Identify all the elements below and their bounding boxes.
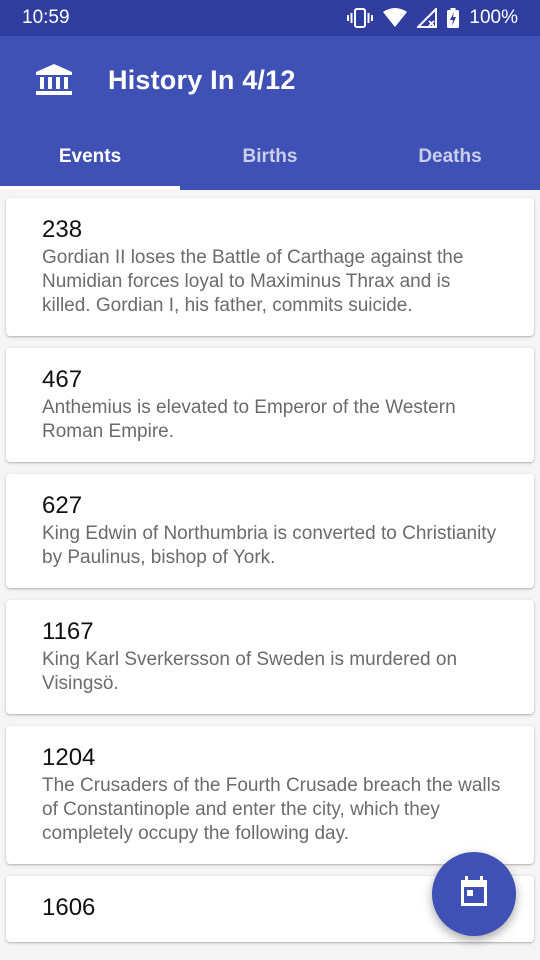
event-year: 627 [42,492,83,519]
app-title: History In 4/12 [108,64,296,95]
event-description: Gordian II loses the Battle of Carthage … [42,247,464,316]
calendar-fab-button[interactable] [432,852,516,936]
event-description: King Karl Sverkersson of Sweden is murde… [42,649,458,694]
museum-icon[interactable] [0,36,108,124]
battery-percent: 100% [469,7,518,28]
vibrate-icon [347,8,374,28]
tab-deaths[interactable]: Deaths [360,124,540,190]
tab-events[interactable]: Events [0,124,180,190]
calendar-icon [459,875,489,913]
event-card[interactable]: 1167 King Karl Sverkersson of Sweden is … [6,600,534,714]
app-bar: History In 4/12 Events Births Deaths [0,36,540,190]
event-year: 238 [42,216,83,243]
wifi-icon [383,8,408,28]
status-bar: 10:59 100% [0,0,540,36]
event-card[interactable]: 467 Anthemius is elevated to Emperor of … [6,348,534,462]
toolbar: History In 4/12 [0,36,540,124]
event-description: Anthemius is elevated to Emperor of the … [42,397,456,442]
event-year: 1167 [42,618,94,645]
event-year: 467 [42,366,83,393]
screen: 10:59 100% History In 4/12 Events Births… [0,0,540,960]
event-card[interactable]: 238 Gordian II loses the Battle of Carth… [6,198,534,336]
tab-births[interactable]: Births [180,124,360,190]
tab-bar: Events Births Deaths [0,124,540,190]
event-description: King Edwin of Northumbria is converted t… [42,523,497,568]
event-card[interactable]: 1204 The Crusaders of the Fourth Crusade… [6,726,534,864]
event-year: 1204 [42,744,96,771]
signal-icon [417,8,438,28]
events-list[interactable]: 238 Gordian II loses the Battle of Carth… [0,190,540,960]
status-icons: 100% [347,7,518,29]
event-description: The Crusaders of the Fourth Crusade brea… [42,775,501,844]
event-card[interactable]: 627 King Edwin of Northumbria is convert… [6,474,534,588]
status-time: 10:59 [22,7,70,28]
battery-charging-icon [447,8,460,28]
